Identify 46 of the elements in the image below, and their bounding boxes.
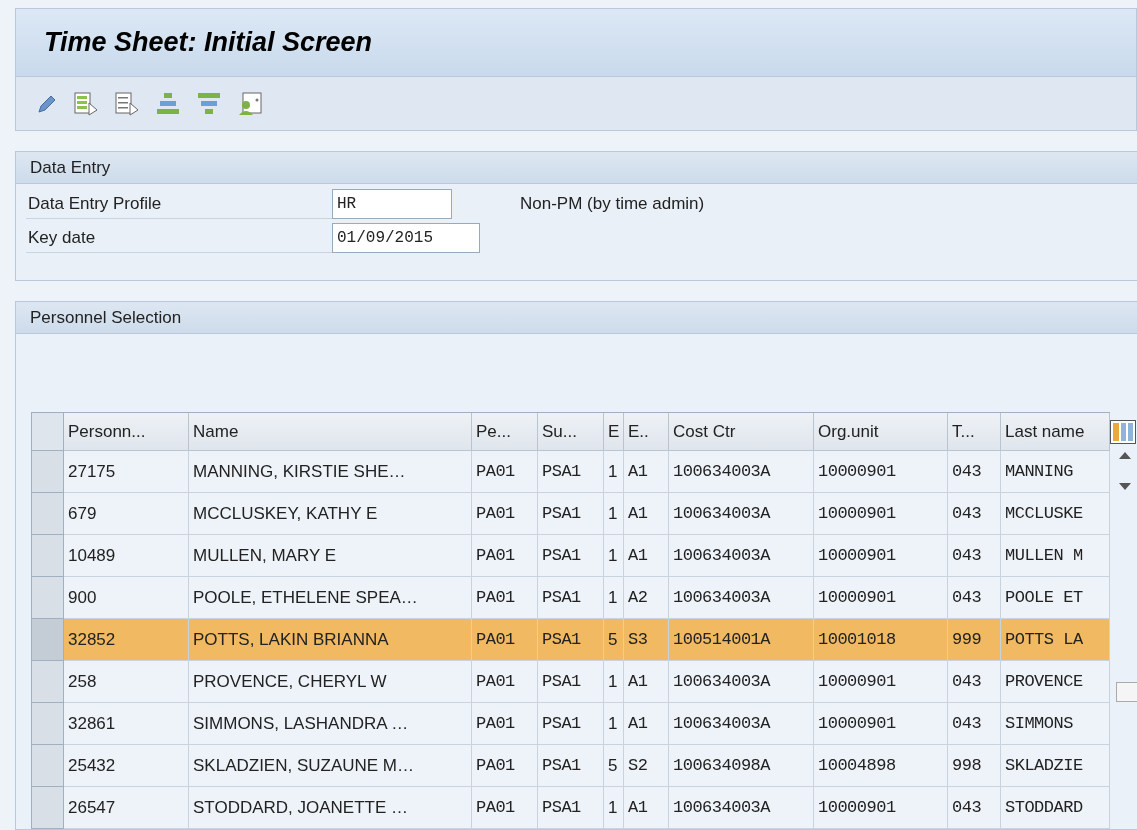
window-title: Time Sheet: Initial Screen: [44, 26, 373, 60]
table-cell: STODDARD: [1001, 787, 1110, 829]
table-cell: 26547: [64, 787, 189, 829]
row-selector[interactable]: [32, 661, 64, 703]
table-row[interactable]: 32852 POTTS, LAKIN BRIANNA PA01 PSA1 5 S3 100514001A 10001018 999 POTTS LA: [32, 619, 1110, 661]
table-row[interactable]: 258 PROVENCE, CHERYL W PA01 PSA1 1 A1 100634003A 10000901 043 PROVENCE: [32, 661, 1110, 703]
row-selector[interactable]: [32, 451, 64, 493]
column-settings-icon[interactable]: [1110, 420, 1136, 444]
field-label: Key date: [26, 223, 332, 254]
input-field[interactable]: HR: [332, 189, 452, 220]
table-cell: PSA1: [538, 787, 604, 829]
row-selector[interactable]: [32, 493, 64, 535]
table-cell: A1: [624, 787, 669, 829]
row-selector[interactable]: [32, 787, 64, 829]
table-cell: 10000901: [814, 787, 948, 829]
group-title: Personnel Selection: [30, 306, 182, 329]
stacked-bars-icon[interactable]: [155, 90, 181, 117]
table-cell: 1: [604, 787, 624, 829]
select-all-cell[interactable]: [32, 413, 64, 451]
table-cell: 100634003A: [669, 787, 814, 829]
scrollbar-thumb[interactable]: [1116, 682, 1137, 702]
table-row[interactable]: 10489 MULLEN, MARY E PA01 PSA1 1 A1 100634003A 10000901 043 MULLEN M: [32, 535, 1110, 577]
filter-icon[interactable]: [196, 90, 222, 117]
row-selector[interactable]: [32, 619, 64, 661]
field-description: Non-PM (by time admin): [520, 193, 705, 216]
row-selector[interactable]: [32, 535, 64, 577]
table-row[interactable]: 32861 SIMMONS, LASHANDRA … PA01 PSA1 1 A1 100634003A 10000901 043 SIMMONS: [32, 703, 1110, 745]
document-arrow-icon[interactable]: [114, 90, 140, 117]
row-selector[interactable]: [32, 703, 64, 745]
row-selector[interactable]: [32, 745, 64, 787]
row-selector[interactable]: [32, 577, 64, 619]
field-label: Data Entry Profile: [26, 189, 332, 220]
person-card-icon[interactable]: [237, 90, 263, 117]
table-row[interactable]: 679 MCCLUSKEY, KATHY E PA01 PSA1 1 A1 100634003A 10000901 043 MCCLUSKE: [32, 493, 1110, 535]
table-cell: STODDARD, JOANETTE …: [189, 787, 472, 829]
table-cell: 043: [948, 787, 1001, 829]
input-field[interactable]: 01/09/2015: [332, 223, 480, 254]
group-title: Data Entry: [30, 156, 111, 179]
list-arrow-icon[interactable]: [73, 90, 99, 117]
table-row[interactable]: 25432 SKLADZIEN, SUZAUNE M… PA01 PSA1 5 S2 100634098A 10004898 998 SKLADZIE: [32, 745, 1110, 787]
table-row[interactable]: 26547 STODDARD, JOANETTE … PA01 PSA1 1 A1 100634003A 10000901 043 STODDARD: [32, 787, 1110, 829]
table-row[interactable]: 27175 MANNING, KIRSTIE SHE… PA01 PSA1 1 A1 100634003A 10000901 043 MANNING: [32, 451, 1110, 493]
table-row[interactable]: 900 POOLE, ETHELENE SPEA… PA01 PSA1 1 A2 100634003A 10000901 043 POOLE ET: [32, 577, 1110, 619]
scroll-up-button[interactable]: [1119, 452, 1131, 459]
table-cell: PA01: [472, 787, 538, 829]
scroll-down-button[interactable]: [1119, 483, 1131, 490]
